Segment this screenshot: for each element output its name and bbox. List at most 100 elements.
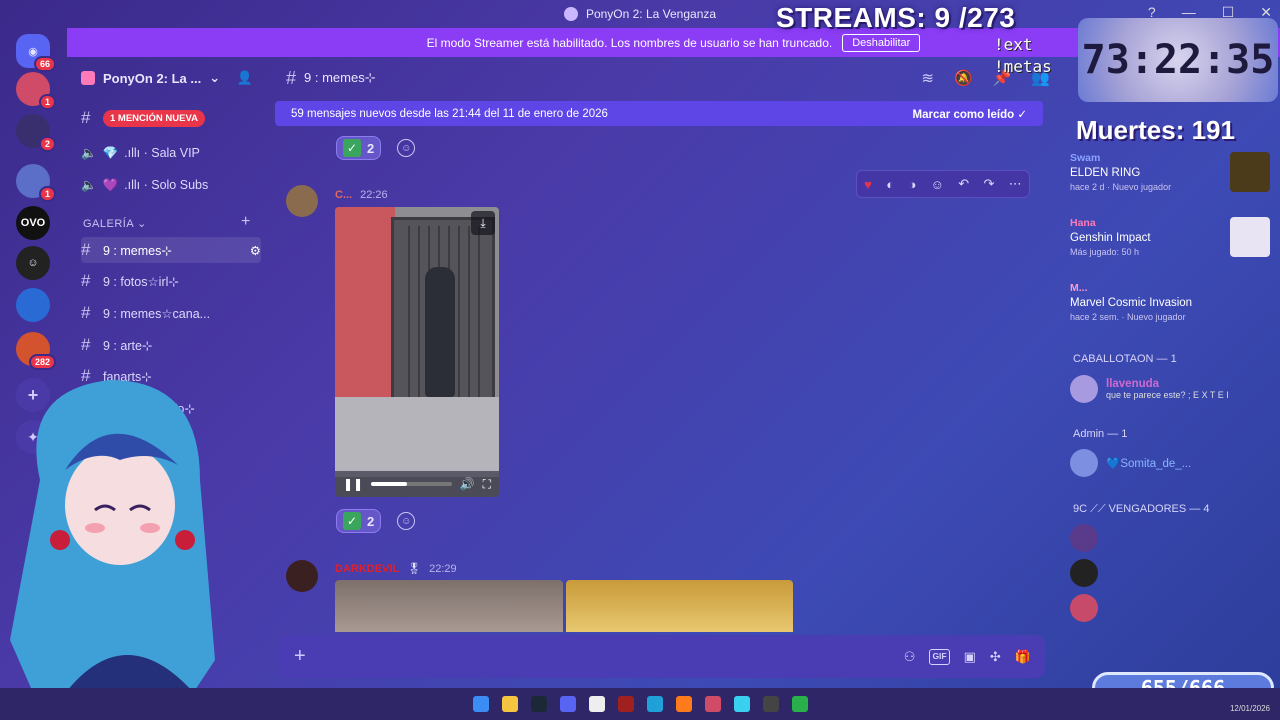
video-attachment[interactable]: ⤓ ❚❚ 🔊 ⛶ <box>335 207 499 497</box>
reaction-pill[interactable]: ✓ 2 <box>336 509 382 533</box>
speaker-icon: 🔈 <box>81 177 97 192</box>
author-name[interactable]: C... <box>335 189 352 201</box>
activity-game: Marvel Cosmic Invasion <box>1070 297 1193 309</box>
server-header[interactable]: PonyOn 2: La ... ⌄ 👤 <box>67 57 267 99</box>
avatar[interactable] <box>286 560 318 592</box>
pause-icon[interactable]: ❚❚ <box>343 477 363 491</box>
mention-pill[interactable]: 1 MENCIÓN NUEVA <box>103 109 205 127</box>
server-home-icon <box>81 71 95 85</box>
member-item[interactable] <box>1070 559 1098 587</box>
app-icon[interactable] <box>791 696 808 712</box>
fullscreen-icon[interactable]: ⛶ <box>483 477 491 492</box>
reaction-row: ✓ 2 ☺ <box>336 136 416 160</box>
emoji-reaction-icon[interactable]: ◐ <box>886 177 894 192</box>
apps-icon[interactable]: ⚇ <box>904 649 916 665</box>
reaction-pill[interactable]: ✓ 2 <box>336 136 382 160</box>
composer-tools: ⚇ GIF ▣ ✣ 🎁 <box>904 648 1031 665</box>
more-icon[interactable]: ⋯ <box>1009 176 1022 192</box>
heart-icon: 💜 <box>102 177 119 192</box>
server-icon[interactable]: 2 <box>16 114 56 152</box>
image-attachment[interactable] <box>566 580 793 632</box>
member-item[interactable]: llavenuda que te parece este? ; E X T E … <box>1070 375 1229 403</box>
gif-icon[interactable]: GIF <box>929 648 950 665</box>
role-header: CABALLOTAON — 1 <box>1073 353 1177 365</box>
add-channel-icon[interactable]: + <box>241 213 250 231</box>
add-reaction-icon[interactable]: ☺ <box>397 139 416 157</box>
hash-icon: # <box>286 67 297 88</box>
server-icon[interactable]: ☺ <box>16 246 50 280</box>
activities-icon[interactable]: ✣ <box>990 649 1001 665</box>
activity-card[interactable]: M... Marvel Cosmic Invasion hace 2 sem. … <box>1070 282 1270 322</box>
notification-bell-icon[interactable]: 🔕 <box>954 69 973 87</box>
activity-card[interactable]: Hana Genshin Impact Más jugado: 50 h <box>1070 217 1270 257</box>
mark-as-read-button[interactable]: Marcar como leído ✓ <box>913 107 1027 121</box>
app-icon[interactable] <box>704 696 721 712</box>
member-item[interactable] <box>1070 524 1098 552</box>
avatar[interactable] <box>286 185 318 217</box>
add-attachment-icon[interactable]: + <box>294 645 306 668</box>
volume-icon[interactable]: 🔊 <box>460 477 475 491</box>
server-icon[interactable]: 1 <box>16 164 56 202</box>
avatar <box>1070 375 1098 403</box>
add-reaction-icon[interactable]: ☺ <box>931 177 944 192</box>
emoji-reaction-icon[interactable]: ◑ <box>908 177 916 192</box>
streams-overlay: STREAMS: 9 /273 <box>776 2 1016 33</box>
voice-channel-sala-vip[interactable]: 🔈 💎 .ıllı · Sala VIP <box>81 140 261 166</box>
category-galeria[interactable]: GALERÍA ⌄ <box>83 217 147 230</box>
file-explorer-icon[interactable] <box>501 696 518 712</box>
discord-icon[interactable] <box>559 696 576 712</box>
download-icon[interactable]: ⤓ <box>471 211 495 235</box>
hash-icon: # <box>81 240 91 259</box>
heart-reaction-icon[interactable]: ♥ <box>864 177 872 192</box>
hash-icon: # <box>81 271 91 290</box>
message-meta: DARKDEVIL 🎖 22:29 <box>335 562 457 576</box>
add-reaction-icon[interactable]: ☺ <box>397 512 416 530</box>
settings-gear-icon[interactable]: ⚙ <box>250 243 261 258</box>
channel-item[interactable]: # 1 MENCIÓN NUEVA <box>81 105 261 131</box>
vscode-icon[interactable] <box>733 696 750 712</box>
game-cover-image <box>1230 152 1270 192</box>
channel-fotos-irl[interactable]: # 9 : fotos☆irl⊹ <box>81 268 261 294</box>
window-title: PonyOn 2: La Venganza <box>585 7 717 21</box>
disable-streamer-mode-button[interactable]: Deshabilitar <box>842 33 921 52</box>
sticker-icon[interactable]: ▣ <box>964 649 976 665</box>
member-list: Swam ELDEN RING hace 2 d · Nuevo jugador… <box>1060 99 1280 688</box>
member-item[interactable] <box>1070 594 1098 622</box>
video-frame-wall <box>335 207 395 397</box>
forward-icon[interactable]: ↷ <box>984 176 995 192</box>
channel-memes[interactable]: # 9 : memes⊹ ⚙ <box>81 237 261 263</box>
firefox-icon[interactable] <box>675 696 692 712</box>
invite-icon[interactable]: 👤 <box>237 70 253 86</box>
app-icon[interactable] <box>617 696 634 712</box>
taskbar: 12/01/2026 <box>0 688 1280 720</box>
edge-icon[interactable] <box>646 696 663 712</box>
member-status: que te parece este? ; E X T E I <box>1106 390 1229 400</box>
activity-user: M... <box>1070 282 1088 294</box>
gem-icon: 💎 <box>102 145 119 160</box>
ovo-server-icon[interactable]: OVO <box>16 206 50 240</box>
member-name: llavenuda <box>1106 378 1160 390</box>
hash-icon: # <box>81 303 91 322</box>
chatgpt-icon[interactable] <box>588 696 605 712</box>
channel-arte[interactable]: # 9 : arte⊹ <box>81 332 261 358</box>
image-attachment[interactable] <box>335 580 563 632</box>
server-icon[interactable]: 1 <box>16 72 56 110</box>
voice-channel-solo-subs[interactable]: 🔈 💜 .ıllı · Solo Subs <box>81 172 261 198</box>
threads-icon[interactable]: ≋ <box>921 69 934 87</box>
gift-icon[interactable]: 🎁 <box>1015 649 1031 665</box>
obs-icon[interactable] <box>762 696 779 712</box>
direct-messages-icon[interactable]: ◉ 66 <box>16 34 56 72</box>
reply-icon[interactable]: ↶ <box>958 176 969 192</box>
start-menu-icon[interactable] <box>472 696 489 712</box>
member-item[interactable]: 💙Somita_de_... <box>1070 449 1191 477</box>
chevron-down-icon: ⌄ <box>209 70 221 85</box>
author-name[interactable]: DARKDEVIL <box>335 563 399 575</box>
new-messages-bar[interactable]: 59 mensajes nuevos desde las 21:44 del 1… <box>275 101 1043 126</box>
message-composer[interactable]: + ⚇ GIF ▣ ✣ 🎁 <box>278 635 1045 678</box>
timestamp: 22:29 <box>429 562 457 575</box>
channel-memes-cana[interactable]: # 9 : memes☆cana... <box>81 300 261 326</box>
activity-card[interactable]: Swam ELDEN RING hace 2 d · Nuevo jugador <box>1070 152 1270 192</box>
steam-icon[interactable] <box>530 696 547 712</box>
video-progress-bar[interactable] <box>371 482 452 486</box>
server-icon[interactable] <box>16 288 50 322</box>
